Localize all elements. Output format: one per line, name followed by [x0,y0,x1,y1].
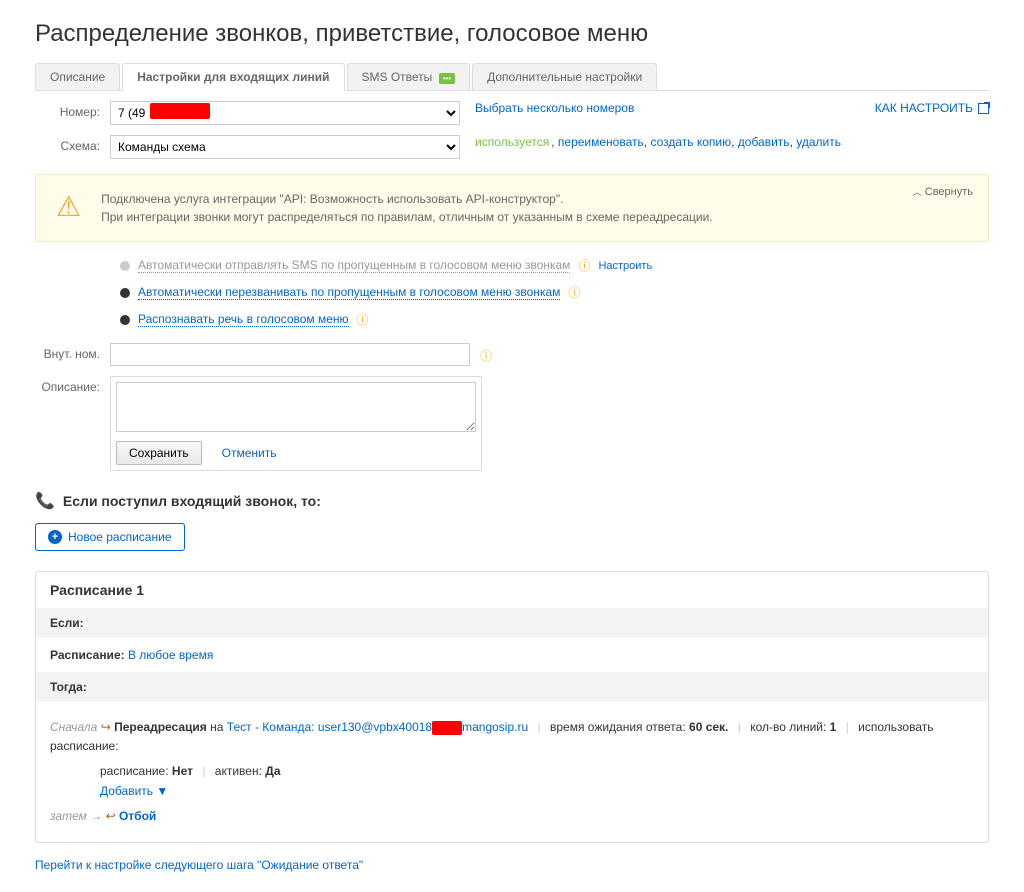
number-label: Номер: [35,101,110,119]
collapse-link[interactable]: ︿ Свернуть [913,185,973,198]
radio-icon[interactable] [120,261,130,271]
internal-number-label: Внут. ном. [35,343,110,361]
page-title: Распределение звонков, приветствие, голо… [35,20,989,48]
warning-line1: Подключена услуга интеграции "API: Возмо… [101,190,713,208]
internal-number-input[interactable] [110,343,470,366]
wait-label: время ожидания ответа: [550,720,686,734]
tab-sms-label: SMS Ответы [362,70,433,84]
lines-value: 1 [830,720,837,734]
external-link-icon [978,103,989,114]
cancel-link[interactable]: Отменить [222,446,277,460]
schedule-if-header: Если: [36,608,988,638]
tab-additional-settings[interactable]: Дополнительные настройки [472,63,657,90]
schedule-card: Расписание 1 Если: Расписание: В любое в… [35,571,989,843]
scheme-label: Схема: [35,135,110,153]
info-icon[interactable]: ⓘ [480,347,492,364]
schedule-value-link[interactable]: В любое время [128,648,213,662]
scheme-select[interactable]: Команды схема [110,135,460,159]
incoming-call-icon: 📞 [35,491,55,511]
warning-line2: При интеграции звонки могут распределять… [101,208,713,226]
option-auto-sms-link[interactable]: Автоматически отправлять SMS по пропущен… [138,258,570,273]
warning-icon: ⚠ [56,190,81,226]
scheme-delete-link[interactable]: удалить [796,135,841,149]
scheme-add-link[interactable]: добавить [738,135,790,149]
tab-sms-answers[interactable]: SMS Ответы ••• [347,63,471,90]
plus-icon: + [48,530,62,544]
info-icon[interactable]: ⓘ [578,257,590,274]
hangup-icon: ↩ [106,809,116,823]
wait-value: 60 сек. [689,720,728,734]
option-auto-callback-link[interactable]: Автоматически перезванивать по пропущенн… [138,285,560,300]
scheme-used: используется [475,135,549,149]
lines-label: кол-во линий: [750,720,826,734]
hangup-link[interactable]: Отбой [119,809,156,823]
schedule-label: Расписание: [50,648,125,662]
option-speech-recog-link[interactable]: Распознавать речь в голосовом меню [138,312,349,327]
option-auto-sms-configure[interactable]: Настроить [598,260,652,272]
use-schedule-value: Нет [172,764,193,778]
redirect-label: Переадресация [114,720,207,734]
schedule-title: Расписание 1 [36,572,988,608]
info-icon[interactable]: ⓘ [568,284,580,301]
first-label: Сначала [50,720,97,734]
active-value: Да [265,764,280,778]
tab-incoming-settings[interactable]: Настройки для входящих линий [122,63,344,91]
info-icon[interactable]: ⓘ [357,311,369,328]
schedule-then-header: Тогда: [36,672,988,702]
radio-icon[interactable] [120,288,130,298]
tabs: Описание Настройки для входящих линий SM… [35,63,989,91]
scheme-copy-link[interactable]: создать копию [650,135,731,149]
description-textarea[interactable] [116,382,476,432]
how-to-configure-link[interactable]: КАК НАСТРОИТЬ [875,101,989,115]
incoming-call-heading: Если поступил входящий звонок, то: [63,493,321,509]
tab-description[interactable]: Описание [35,63,120,90]
active-label: активен: [215,764,262,778]
add-step-link[interactable]: Добавить ▼ [100,784,168,798]
description-label: Описание: [35,376,110,394]
radio-icon[interactable] [120,315,130,325]
redirect-target-link[interactable]: Тест - Команда: user130@vpbx40018mangosi… [227,720,532,734]
scheme-rename-link[interactable]: переименовать [558,135,644,149]
sms-badge: ••• [439,73,455,84]
then-arrow-label: затем → [50,809,102,823]
new-schedule-button[interactable]: + Новое расписание [35,523,185,551]
integration-warning: ⚠ Подключена услуга интеграции "API: Воз… [35,174,989,242]
next-step-link[interactable]: Перейти к настройке следующего шага "Ожи… [35,858,363,872]
save-button[interactable]: Сохранить [116,441,202,465]
select-multiple-numbers-link[interactable]: Выбрать несколько номеров [475,101,634,115]
arrow-icon: ↪ [101,720,111,734]
